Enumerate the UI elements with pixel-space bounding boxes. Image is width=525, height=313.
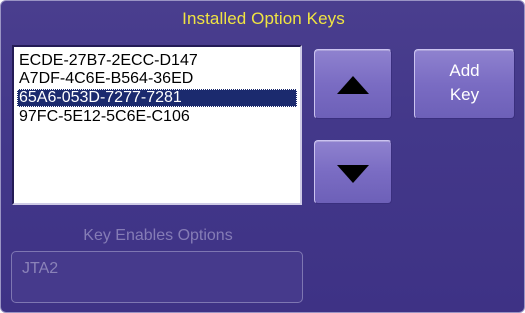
dialog-title: Installed Option Keys: [182, 9, 345, 28]
scroll-up-button[interactable]: [314, 49, 392, 119]
key-list-item[interactable]: ECDE-27B7-2ECC-D147: [14, 52, 300, 70]
key-enables-options-field: JTA2: [11, 251, 303, 303]
triangle-up-icon: [337, 76, 369, 94]
add-key-label-line2: Key: [449, 85, 480, 104]
scroll-down-button[interactable]: [314, 140, 392, 204]
add-key-button[interactable]: Add Key: [414, 49, 515, 119]
key-list-item[interactable]: 97FC-5E12-5C6E-C106: [14, 108, 300, 126]
triangle-down-icon: [337, 165, 369, 183]
key-enables-options-label: Key Enables Options: [83, 227, 233, 244]
key-list-item[interactable]: A7DF-4C6E-B564-36ED: [14, 70, 300, 88]
option-keys-list[interactable]: ECDE-27B7-2ECC-D147 A7DF-4C6E-B564-36ED …: [12, 45, 302, 205]
enabled-option-value: JTA2: [22, 260, 59, 277]
installed-option-keys-dialog: Installed Option Keys ECDE-27B7-2ECC-D14…: [0, 0, 525, 313]
key-list-item-selected[interactable]: 65A6-053D-7277-7281: [17, 89, 297, 107]
add-key-label-line1: Add: [449, 61, 480, 80]
